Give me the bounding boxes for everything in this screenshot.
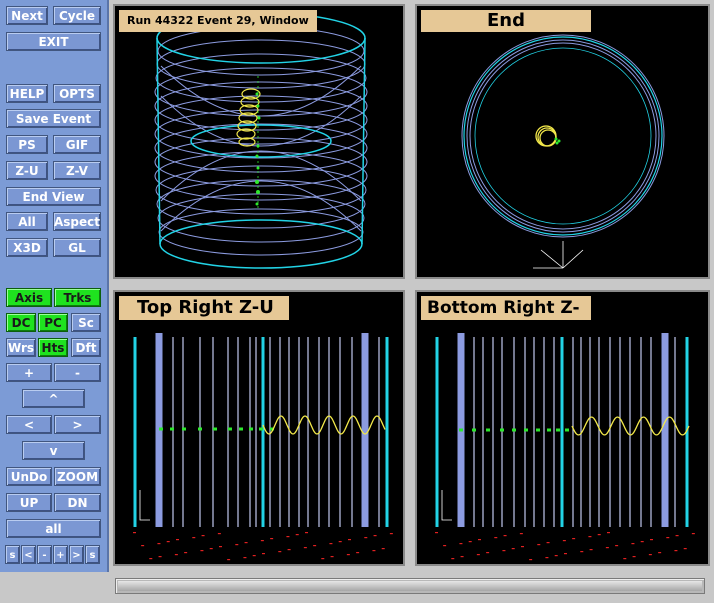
zu-view-graphic [133,333,393,561]
save-event-button[interactable]: Save Event [6,109,101,128]
step-end-button[interactable]: s [85,545,100,564]
exit-button[interactable]: EXIT [6,32,101,51]
scrollbar-thumb[interactable] [118,581,702,591]
pan-left-button[interactable]: < [6,415,52,434]
dft-toggle[interactable]: Dft [71,338,101,357]
all-button[interactable]: all [6,519,101,538]
step-forward-button[interactable]: > [69,545,84,564]
dc-toggle[interactable]: DC [6,313,36,332]
aspect-button[interactable]: Aspect [53,212,101,231]
panel-3d-title: Run 44322 Event 29, Window [119,10,317,32]
gl-button[interactable]: GL [53,238,101,257]
pan-up-button[interactable]: ^ [22,389,85,408]
axis-toggle[interactable]: Axis [6,288,52,307]
help-button[interactable]: HELP [6,84,48,103]
panel-zu-title: Top Right Z-U [119,296,289,320]
end-view-button[interactable]: End View [6,187,101,206]
gif-button[interactable]: GIF [53,135,101,154]
x3d-button[interactable]: X3D [6,238,48,257]
end-view-graphic [461,34,665,269]
zoom-in-button[interactable]: + [6,363,52,382]
panel-3d-view[interactable]: Run 44322 Event 29, Window [113,4,405,279]
control-sidebar: Next Cycle EXIT HELP OPTS Save Event PS … [0,0,109,572]
ps-button[interactable]: PS [6,135,48,154]
zoom-button[interactable]: ZOOM [54,467,101,486]
zv-view-button[interactable]: Z-V [53,161,101,180]
pan-right-button[interactable]: > [54,415,101,434]
step-plus-button[interactable]: + [53,545,68,564]
step-back-button[interactable]: < [21,545,36,564]
panel-end-title: End [421,10,591,32]
event-display-canvas: Run 44322 Event 29, Window End Top Right… [109,0,714,572]
horizontal-scrollbar[interactable] [115,578,705,594]
cycle-button[interactable]: Cycle [53,6,101,25]
panel-zv-view[interactable]: Bottom Right Z-V [415,290,710,566]
zu-view-button[interactable]: Z-U [6,161,48,180]
zv-view-graphic [435,333,695,561]
step-start-button[interactable]: s [5,545,20,564]
detector-3d-graphic [154,12,368,269]
next-button[interactable]: Next [6,6,48,25]
tracks-toggle[interactable]: Trks [54,288,101,307]
all-view-button[interactable]: All [6,212,48,231]
pc-toggle[interactable]: PC [38,313,68,332]
step-minus-button[interactable]: - [37,545,52,564]
sc-toggle[interactable]: Sc [71,313,101,332]
hits-toggle[interactable]: Hts [38,338,68,357]
up-button[interactable]: UP [6,493,52,512]
pan-down-button[interactable]: v [22,441,85,460]
panel-end-view[interactable]: End [415,4,710,279]
panel-zu-view[interactable]: Top Right Z-U [113,290,405,566]
opts-button[interactable]: OPTS [53,84,101,103]
wires-toggle[interactable]: Wrs [6,338,36,357]
undo-button[interactable]: UnDo [6,467,52,486]
down-button[interactable]: DN [54,493,101,512]
panel-zv-title: Bottom Right Z-V [421,296,591,342]
zoom-out-button[interactable]: - [54,363,101,382]
